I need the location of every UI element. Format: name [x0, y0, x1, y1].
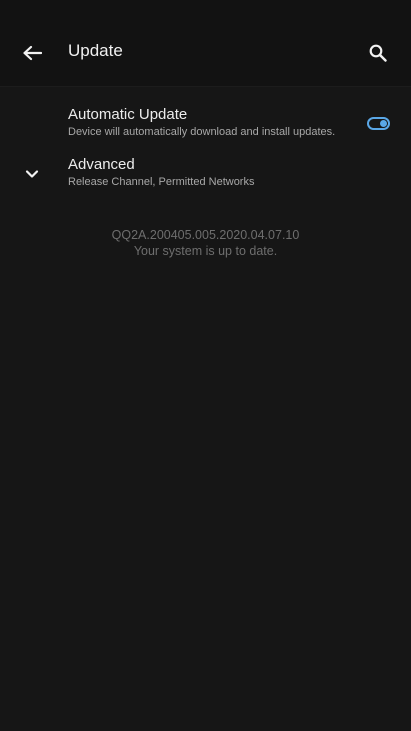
advanced-title: Advanced — [68, 156, 135, 173]
automatic-update-toggle[interactable] — [367, 117, 390, 130]
advanced-subtitle: Release Channel, Permitted Networks — [68, 176, 255, 188]
toggle-knob — [380, 120, 387, 127]
automatic-update-row[interactable]: Automatic Update Device will automatical… — [0, 100, 411, 144]
page-title: Update — [68, 41, 123, 60]
app-bar: Update — [0, 0, 411, 87]
search-icon — [369, 44, 387, 62]
search-button[interactable] — [362, 37, 394, 69]
update-status: QQ2A.200405.005.2020.04.07.10 Your syste… — [0, 227, 411, 259]
automatic-update-title: Automatic Update — [68, 106, 188, 123]
chevron-down-icon — [25, 170, 39, 178]
automatic-update-subtitle: Device will automatically download and i… — [68, 126, 336, 138]
back-button[interactable] — [16, 37, 48, 69]
status-message: Your system is up to date. — [133, 244, 278, 258]
arrow-left-icon — [23, 45, 42, 61]
advanced-row[interactable]: Advanced Release Channel, Permitted Netw… — [0, 150, 411, 194]
build-version: QQ2A.200405.005.2020.04.07.10 — [111, 228, 300, 242]
